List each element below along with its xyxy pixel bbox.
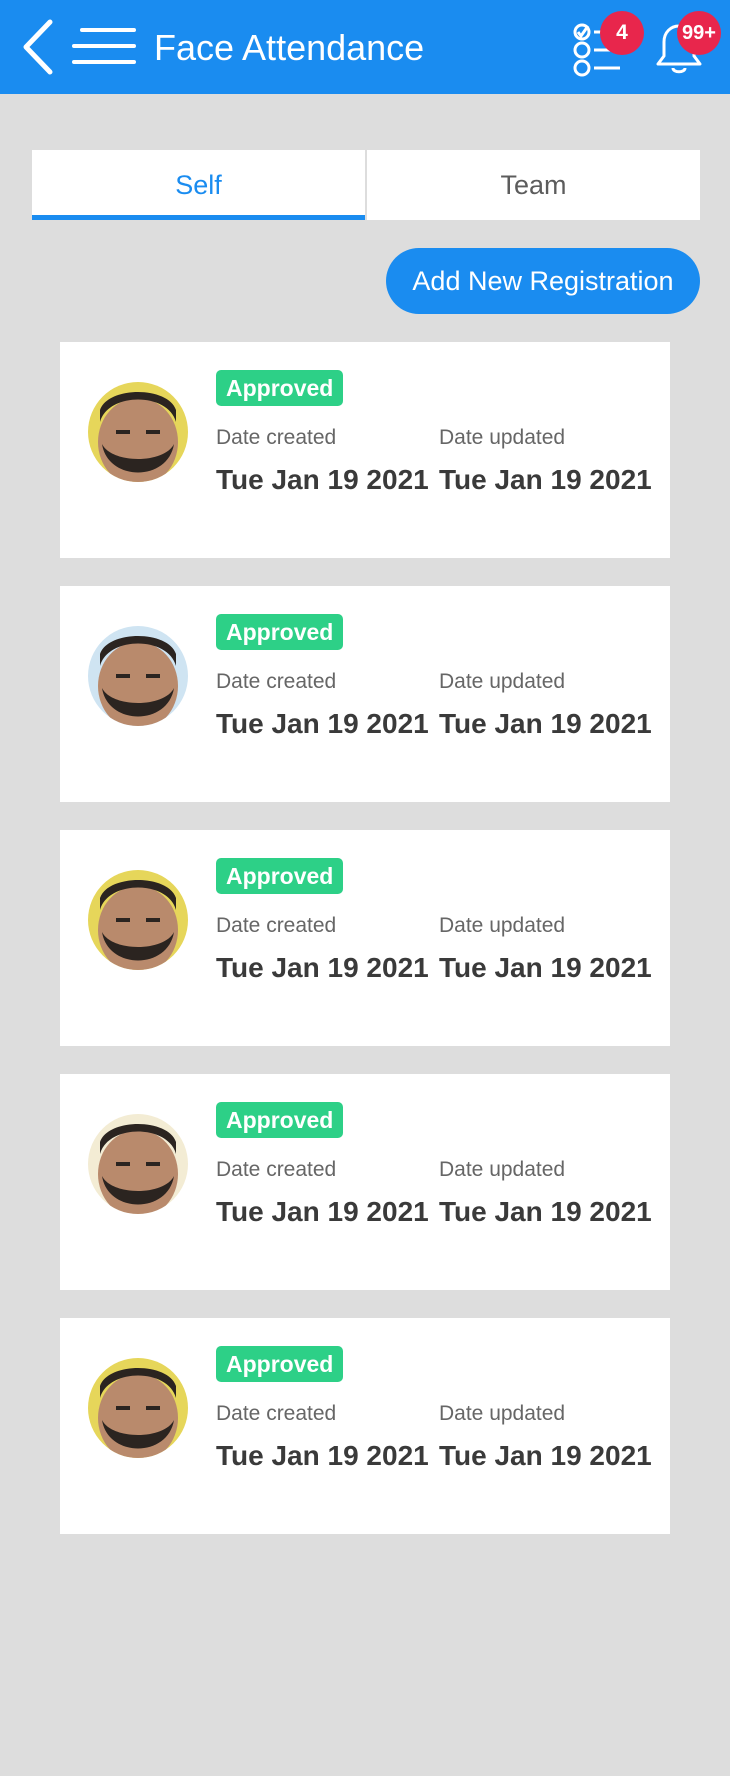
- app-header: Face Attendance 4 99+: [0, 0, 730, 94]
- status-badge: Approved: [216, 1102, 344, 1138]
- tab-bar: Self Team: [32, 150, 700, 220]
- registration-list: Approved Date created Date updated Tue J…: [60, 342, 670, 1562]
- date-created-value: Tue Jan 19 2021: [216, 1440, 429, 1471]
- chevron-left-icon: [23, 19, 53, 75]
- add-new-registration-button[interactable]: Add New Registration: [386, 248, 700, 314]
- tasks-button[interactable]: 4: [570, 11, 644, 78]
- date-created-label: Date created: [216, 914, 337, 937]
- face-photo-avatar: [88, 870, 188, 970]
- tab-team[interactable]: Team: [365, 150, 700, 220]
- face-photo-avatar: [88, 1358, 188, 1458]
- date-updated-value: Tue Jan 19 2021: [439, 464, 652, 495]
- date-updated-label: Date updated: [439, 1158, 566, 1181]
- date-updated-value: Tue Jan 19 2021: [439, 952, 652, 983]
- face-photo-avatar: [88, 382, 188, 482]
- date-created-label: Date created: [216, 426, 337, 449]
- face-photo-avatar: [88, 626, 188, 726]
- date-created-value: Tue Jan 19 2021: [216, 952, 429, 983]
- status-badge: Approved: [216, 370, 344, 406]
- date-updated-label: Date updated: [439, 914, 566, 937]
- registration-card[interactable]: Approved Date created Date updated Tue J…: [60, 1074, 670, 1290]
- date-updated-label: Date updated: [439, 1402, 566, 1425]
- date-updated-value: Tue Jan 19 2021: [439, 1196, 652, 1227]
- face-photo-avatar: [88, 1114, 188, 1214]
- notifications-count-badge: 99+: [677, 11, 721, 55]
- date-created-label: Date created: [216, 670, 337, 693]
- page-title: Face Attendance: [154, 27, 425, 68]
- date-updated-label: Date updated: [439, 670, 566, 693]
- date-created-value: Tue Jan 19 2021: [216, 708, 429, 739]
- date-updated-label: Date updated: [439, 426, 566, 449]
- status-badge: Approved: [216, 858, 344, 894]
- notifications-button[interactable]: 99+: [648, 11, 721, 78]
- date-created-value: Tue Jan 19 2021: [216, 1196, 429, 1227]
- date-updated-value: Tue Jan 19 2021: [439, 1440, 652, 1471]
- registration-card[interactable]: Approved Date created Date updated Tue J…: [60, 586, 670, 802]
- date-created-label: Date created: [216, 1158, 337, 1181]
- date-created-label: Date created: [216, 1402, 337, 1425]
- registration-card[interactable]: Approved Date created Date updated Tue J…: [60, 1318, 670, 1534]
- hamburger-icon: [72, 28, 136, 64]
- tab-self[interactable]: Self: [32, 150, 365, 220]
- date-created-value: Tue Jan 19 2021: [216, 464, 429, 495]
- tasks-count-badge: 4: [600, 11, 644, 55]
- date-updated-value: Tue Jan 19 2021: [439, 708, 652, 739]
- back-button[interactable]: [18, 18, 58, 76]
- status-badge: Approved: [216, 1346, 344, 1382]
- menu-button[interactable]: [72, 26, 136, 68]
- status-badge: Approved: [216, 614, 344, 650]
- registration-card[interactable]: Approved Date created Date updated Tue J…: [60, 342, 670, 558]
- registration-card[interactable]: Approved Date created Date updated Tue J…: [60, 830, 670, 1046]
